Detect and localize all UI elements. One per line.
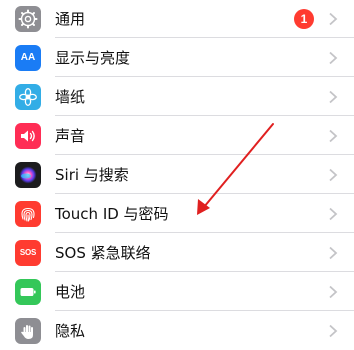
fingerprint-icon	[15, 200, 41, 227]
settings-row-wallpaper[interactable]: 墙纸	[0, 77, 354, 116]
chevron-right-icon	[329, 129, 338, 142]
settings-row-touch-id-passcode[interactable]: Touch ID 与密码	[0, 194, 354, 233]
settings-row-privacy[interactable]: 隐私	[0, 311, 354, 350]
settings-row-label: 显示与亮度	[55, 49, 131, 67]
settings-row-siri-search[interactable]: Siri 与搜索	[0, 155, 354, 194]
chevron-right-icon	[329, 246, 338, 259]
settings-row-battery[interactable]: 电池	[0, 272, 354, 311]
chevron-right-icon	[329, 285, 338, 298]
siri-icon	[15, 161, 41, 188]
chevron-right-icon	[329, 168, 338, 181]
settings-row-general[interactable]: 通用 1	[0, 0, 354, 38]
flower-icon	[15, 83, 41, 110]
settings-row-display-brightness[interactable]: AA 显示与亮度	[0, 38, 354, 77]
battery-icon	[15, 278, 41, 305]
settings-row-label: 隐私	[55, 322, 86, 340]
chevron-right-icon	[329, 90, 338, 103]
speaker-icon	[15, 122, 41, 149]
settings-row-label: 墙纸	[55, 88, 86, 106]
settings-row-emergency-sos[interactable]: SOS SOS 紧急联络	[0, 233, 354, 272]
settings-row-sounds[interactable]: 声音	[0, 116, 354, 155]
aa-icon: AA	[15, 44, 41, 71]
sos-icon: SOS	[15, 239, 41, 266]
settings-row-label: 电池	[55, 283, 86, 301]
settings-row-label: SOS 紧急联络	[55, 244, 151, 262]
gear-icon	[15, 5, 41, 32]
aa-icon-text: AA	[20, 52, 36, 63]
settings-list: 通用 1 AA 显示与亮度 墙纸 声音 Siri 与搜索 Touch ID 与密…	[0, 0, 354, 350]
notification-badge: 1	[294, 8, 314, 29]
chevron-right-icon	[329, 51, 338, 64]
chevron-right-icon	[329, 207, 338, 220]
settings-row-label: 声音	[55, 127, 86, 145]
chevron-right-icon	[329, 12, 338, 25]
sos-icon-text: SOS	[19, 248, 37, 257]
settings-row-label: Siri 与搜索	[55, 166, 129, 184]
settings-row-label: 通用	[55, 10, 86, 28]
chevron-right-icon	[329, 324, 338, 337]
hand-icon	[15, 317, 41, 344]
settings-row-label: Touch ID 与密码	[55, 205, 169, 223]
